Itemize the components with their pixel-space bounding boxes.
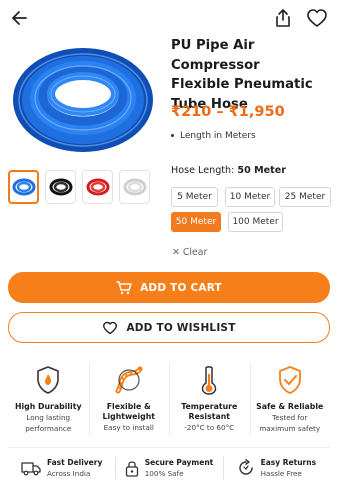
benefit-title: Easy Returns [260,458,317,467]
option-100-meter[interactable]: 100 Meter [228,212,283,232]
blue-coiled-hose-image[interactable] [8,34,158,162]
feature-title-line-2: Resistant [188,412,230,421]
safe-shield-check-icon [278,366,301,394]
wishlist-heart-icon[interactable] [306,8,328,28]
feature-title-line-1: Flexible & [106,402,151,411]
feature-sub: Long lasting [26,413,71,422]
thumbnail-blue[interactable] [8,170,39,204]
add-to-wishlist-button[interactable]: ADD TO WISHLIST [8,312,330,343]
product-title-line-2: Flexible Pneumatic [171,77,313,92]
feature-durability: High Durability Long lasting performance [8,357,89,442]
black-hose-thumb [49,178,72,196]
option-5-meter[interactable]: 5 Meter [171,187,218,207]
feature-temperature: Temperature Resistant -20°C to 60°C [169,357,250,442]
thumbnail-strip [8,170,150,204]
feature-title-line-2: Lightweight [102,412,156,421]
feature-title: Temperature Resistant [181,402,237,422]
option-10-meter[interactable]: 10 Meter [225,187,275,207]
benefit-fast-delivery: Fast Delivery Across India [8,452,115,484]
feature-sub: performance [25,424,72,433]
feature-title: Safe & Reliable [256,402,324,411]
benefit-sub: 100% Safe [144,469,184,478]
back-arrow-icon[interactable] [10,8,30,28]
divider [8,447,330,448]
hose-length-label: Hose Length: 50 Meter [171,165,286,176]
option-50-meter[interactable]: 50 Meter [171,212,221,232]
benefit-title: Secure Payment [144,458,214,467]
share-icon[interactable] [273,8,293,28]
benefit-title: Fast Delivery [46,458,103,467]
delivery-truck-icon [21,462,41,476]
feature-highlights: High Durability Long lasting performance… [8,357,330,442]
thumbnail-black[interactable] [45,170,76,204]
benefits-bar: Fast Delivery Across India Secure Paymen… [8,452,330,484]
flexible-hose-icon [115,366,143,394]
product-title-line-1: PU Pipe Air Compressor [171,38,260,73]
return-icon [238,459,253,475]
benefit-secure-payment: Secure Payment 100% Safe [115,452,222,484]
add-to-cart-label: ADD TO CART [140,281,222,294]
hose-length-label-text: Hose Length: [171,165,235,176]
cart-icon [116,280,132,294]
lock-icon [125,461,138,477]
length-bullet: Length in Meters [171,131,256,141]
clear-hose-thumb [123,178,146,196]
clear-label: Clear [182,247,208,258]
benefit-sub: Hassle Free [260,469,302,478]
hose-length-selected: 50 Meter [237,165,286,176]
feature-safe: Safe & Reliable Tested for maximum safet… [249,357,331,442]
feature-sub: Tested for [272,413,308,422]
heart-icon [103,321,118,334]
length-bullet-text: Length in Meters [180,131,256,141]
benefit-sub: Across India [46,469,91,478]
blue-hose-thumb [12,178,35,196]
thumbnail-clear[interactable] [119,170,150,204]
option-25-meter[interactable]: 25 Meter [279,187,331,207]
thumbnail-red[interactable] [82,170,113,204]
close-icon: ✕ [172,247,180,258]
feature-sub: maximum safety [259,424,321,433]
bullet-dot-icon [171,134,174,137]
feature-title-line-1: Temperature [181,402,238,411]
feature-title: Flexible & Lightweight [102,402,155,422]
clear-selection-link[interactable]: ✕ Clear [172,247,207,258]
price-range: ₹210 – ₹1,950 [171,104,285,120]
add-to-wishlist-label: ADD TO WISHLIST [126,321,236,334]
feature-sub: Easy to install [103,423,154,432]
feature-title: High Durability [14,402,82,411]
thermometer-icon [201,366,217,395]
benefit-easy-returns: Easy Returns Hassle Free [222,452,330,484]
product-title: PU Pipe Air Compressor Flexible Pneumati… [171,36,333,114]
feature-sub: -20°C to 60°C [184,423,235,432]
top-bar [0,0,338,34]
red-hose-thumb [86,178,109,196]
feature-flexible: Flexible & Lightweight Easy to install [88,357,170,442]
durability-shield-icon [37,366,60,394]
add-to-cart-button[interactable]: ADD TO CART [8,272,330,303]
